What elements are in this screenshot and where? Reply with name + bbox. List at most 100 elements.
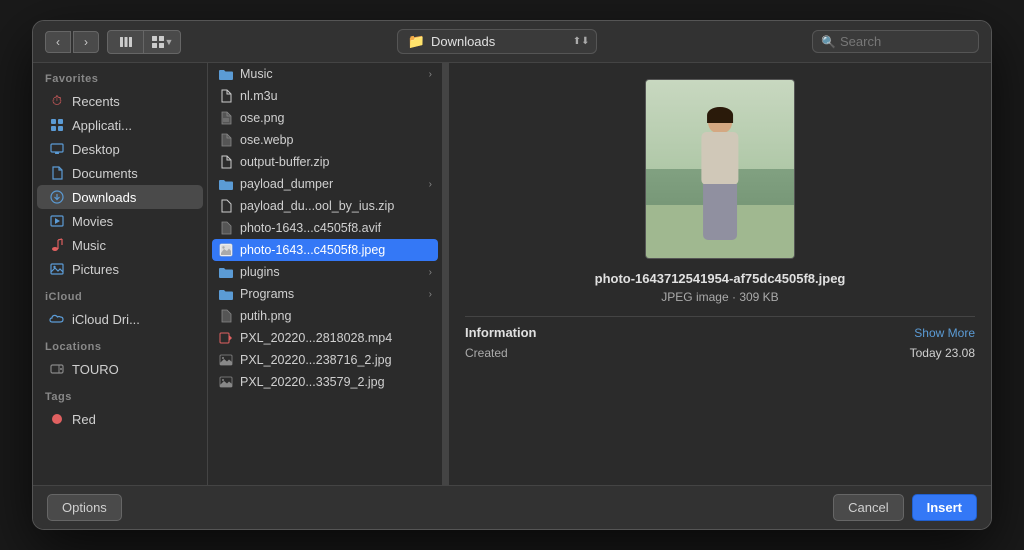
file-item-plugins[interactable]: plugins › <box>208 261 442 283</box>
sidebar-item-documents[interactable]: Documents <box>37 161 203 185</box>
file-icon-payload-zip <box>218 198 234 214</box>
search-input[interactable] <box>840 34 970 49</box>
sidebar: Favorites ⏱ Recents Applicati... <box>33 63 208 485</box>
file-name-payload-zip: payload_du...ool_by_ius.zip <box>240 199 394 213</box>
sidebar-item-applications[interactable]: Applicati... <box>37 113 203 137</box>
file-name-plugins: plugins <box>240 265 280 279</box>
preview-filename: photo-1643712541954-af75dc4505f8.jpeg <box>595 271 846 286</box>
sidebar-item-pictures-label: Pictures <box>72 262 119 277</box>
file-icon-pxl-mp4 <box>218 330 234 346</box>
folder-icon: 📁 <box>408 33 425 50</box>
file-item-payload-zip[interactable]: payload_du...ool_by_ius.zip <box>208 195 442 217</box>
file-item-photo-avif[interactable]: photo-1643...c4505f8.avif <box>208 217 442 239</box>
toolbar: ‹ › ▼ 📁 <box>33 21 991 63</box>
sidebar-item-red-tag[interactable]: Red <box>37 407 203 431</box>
preview-info-section: Information Show More Created Today 23.0… <box>465 316 975 360</box>
desktop-icon <box>49 141 65 157</box>
chevron-icon: ⬆⬇ <box>573 36 590 47</box>
insert-button[interactable]: Insert <box>912 494 977 521</box>
arrow-icon-payload: › <box>429 179 432 190</box>
file-dialog: ‹ › ▼ 📁 <box>32 20 992 530</box>
sidebar-item-movies[interactable]: Movies <box>37 209 203 233</box>
created-key: Created <box>465 346 508 360</box>
folder-icon-plugins <box>218 264 234 280</box>
file-icon-ose-png <box>218 110 234 126</box>
file-item-ose-webp[interactable]: ose.webp <box>208 129 442 151</box>
file-icon-pxl-jpg-1 <box>218 352 234 368</box>
back-button[interactable]: ‹ <box>45 31 71 53</box>
sidebar-item-recents-label: Recents <box>72 94 120 109</box>
created-value: Today 23.08 <box>910 346 975 360</box>
file-item-putih-png[interactable]: putih.png <box>208 305 442 327</box>
favorites-label: Favorites <box>33 63 207 89</box>
folder-icon-programs <box>218 286 234 302</box>
sidebar-item-icloud-label: iCloud Dri... <box>72 312 140 327</box>
grid-view-button[interactable]: ▼ <box>144 31 180 53</box>
file-icon-photo-jpeg <box>218 242 234 258</box>
file-item-photo-jpeg[interactable]: photo-1643...c4505f8.jpeg <box>212 239 438 261</box>
cancel-button[interactable]: Cancel <box>833 494 903 521</box>
file-name-photo-avif: photo-1643...c4505f8.avif <box>240 221 381 235</box>
forward-button[interactable]: › <box>73 31 99 53</box>
file-icon-ose-webp <box>218 132 234 148</box>
sidebar-item-movies-label: Movies <box>72 214 113 229</box>
file-item-nl-m3u[interactable]: nl.m3u <box>208 85 442 107</box>
file-name-pxl-mp4: PXL_20220...2818028.mp4 <box>240 331 392 345</box>
arrow-icon-music: › <box>429 69 432 80</box>
file-item-music[interactable]: Music › <box>208 63 442 85</box>
file-name-photo-jpeg: photo-1643...c4505f8.jpeg <box>240 243 385 257</box>
file-item-output-buffer-zip[interactable]: output-buffer.zip <box>208 151 442 173</box>
movies-icon <box>49 213 65 229</box>
sidebar-item-recents[interactable]: ⏱ Recents <box>37 89 203 113</box>
file-icon-nl-m3u <box>218 88 234 104</box>
pictures-icon <box>49 261 65 277</box>
sidebar-item-downloads-label: Downloads <box>72 190 136 205</box>
file-name-nl-m3u: nl.m3u <box>240 89 278 103</box>
sidebar-item-music-label: Music <box>72 238 106 253</box>
main-content: Favorites ⏱ Recents Applicati... <box>33 63 991 485</box>
file-name-pxl-jpg-1: PXL_20220...238716_2.jpg <box>240 353 392 367</box>
recents-icon: ⏱ <box>49 93 65 109</box>
info-label: Information <box>465 325 537 340</box>
file-item-pxl-jpg-1[interactable]: PXL_20220...238716_2.jpg <box>208 349 442 371</box>
sidebar-item-downloads[interactable]: Downloads <box>37 185 203 209</box>
sidebar-item-touro[interactable]: TOURO <box>37 357 203 381</box>
file-name-programs: Programs <box>240 287 294 301</box>
downloads-icon <box>49 189 65 205</box>
search-icon: 🔍 <box>821 35 836 49</box>
file-item-payload-dumper[interactable]: payload_dumper › <box>208 173 442 195</box>
sidebar-item-touro-label: TOURO <box>72 362 119 377</box>
column-view-button[interactable] <box>108 31 144 53</box>
preview-filetype: JPEG image · 309 KB <box>661 290 778 304</box>
sidebar-item-documents-label: Documents <box>72 166 138 181</box>
sidebar-item-pictures[interactable]: Pictures <box>37 257 203 281</box>
folder-icon-payload-dumper <box>218 176 234 192</box>
sidebar-item-desktop-label: Desktop <box>72 142 120 157</box>
drive-icon <box>49 361 65 377</box>
sidebar-item-red-label: Red <box>72 412 96 427</box>
file-name-ose-png: ose.png <box>240 111 284 125</box>
location-selector[interactable]: 📁 Downloads ⬆⬇ <box>397 29 597 54</box>
arrow-icon-programs: › <box>429 289 432 300</box>
file-item-ose-png[interactable]: ose.png <box>208 107 442 129</box>
red-tag-icon <box>49 411 65 427</box>
icloud-icon <box>49 311 65 327</box>
location-label: Downloads <box>431 34 495 49</box>
file-icon-output-buffer <box>218 154 234 170</box>
file-name-payload-dumper: payload_dumper <box>240 177 333 191</box>
sidebar-item-music[interactable]: Music <box>37 233 203 257</box>
options-button[interactable]: Options <box>47 494 122 521</box>
file-name-music: Music <box>240 67 273 81</box>
icloud-label: iCloud <box>33 281 207 307</box>
file-item-pxl-jpg-2[interactable]: PXL_20220...33579_2.jpg <box>208 371 442 393</box>
sidebar-item-icloud-drive[interactable]: iCloud Dri... <box>37 307 203 331</box>
documents-icon <box>49 165 65 181</box>
file-item-pxl-mp4[interactable]: PXL_20220...2818028.mp4 <box>208 327 442 349</box>
sidebar-item-desktop[interactable]: Desktop <box>37 137 203 161</box>
show-more-button[interactable]: Show More <box>914 326 975 340</box>
search-box: 🔍 <box>812 30 979 53</box>
file-name-ose-webp: ose.webp <box>240 133 294 147</box>
file-item-programs[interactable]: Programs › <box>208 283 442 305</box>
music-icon <box>49 237 65 253</box>
applications-icon <box>49 117 65 133</box>
